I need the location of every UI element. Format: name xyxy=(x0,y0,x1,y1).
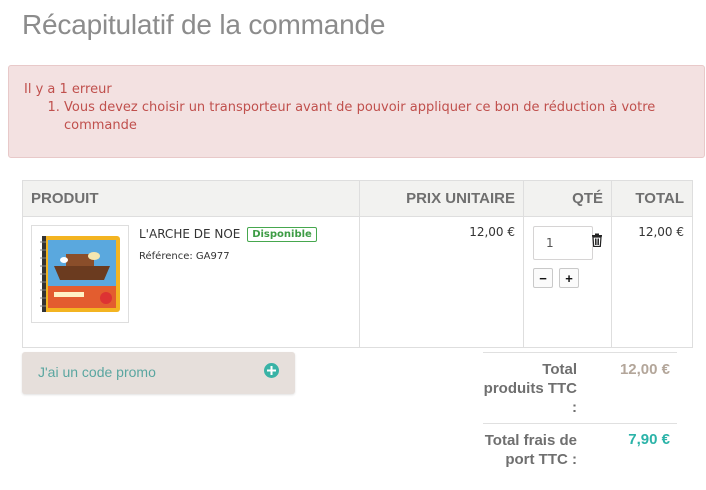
header-quantity: QTÉ xyxy=(523,180,612,217)
total-cell: 12,00 € xyxy=(611,216,693,348)
header-total: TOTAL xyxy=(611,180,693,217)
products-total-value: 12,00 € xyxy=(619,361,670,378)
promo-code-label: J'ai un code promo xyxy=(38,364,156,380)
quantity-decrease-button[interactable]: − xyxy=(533,268,553,288)
shipping-total-label: Total frais de port TTC : xyxy=(484,432,577,468)
quantity-cell: − + xyxy=(523,216,612,348)
availability-badge: Disponible xyxy=(247,227,317,242)
alert-heading: Il y a 1 erreur xyxy=(24,82,112,97)
cart-table: PRODUIT PRIX UNITAIRE QTÉ TOTAL L'ARCHE … xyxy=(22,180,693,348)
error-alert: Il y a 1 erreur Vous devez choisir un tr… xyxy=(8,65,705,158)
product-reference: Référence: GA977 xyxy=(139,251,230,262)
summary-divider xyxy=(483,352,677,353)
plus-icon: + xyxy=(565,270,573,286)
quantity-increase-button[interactable]: + xyxy=(559,268,579,288)
table-header-row: PRODUIT PRIX UNITAIRE QTÉ TOTAL xyxy=(22,180,693,217)
table-row: L'ARCHE DE NOE Disponible Référence: GA9… xyxy=(22,216,693,348)
page-title: Récapitulatif de la commande xyxy=(22,9,386,40)
product-image-link[interactable] xyxy=(31,225,129,323)
product-thumbnail-image xyxy=(32,226,128,322)
product-name-link[interactable]: L'ARCHE DE NOE xyxy=(139,227,240,241)
product-cell: L'ARCHE DE NOE Disponible Référence: GA9… xyxy=(22,216,360,348)
minus-icon: − xyxy=(539,270,547,286)
shipping-total-value: 7,90 € xyxy=(628,431,670,448)
promo-code-toggle[interactable]: J'ai un code promo xyxy=(22,352,295,394)
header-unit-price: PRIX UNITAIRE xyxy=(359,180,524,217)
plus-circle-icon xyxy=(264,363,279,378)
summary-divider xyxy=(483,423,677,424)
header-product: PRODUIT xyxy=(22,180,360,217)
trash-icon[interactable] xyxy=(591,233,603,247)
products-total-label: Total produits TTC : xyxy=(483,361,577,416)
error-list: Vous devez choisir un transporteur avant… xyxy=(24,99,688,135)
error-item: Vous devez choisir un transporteur avant… xyxy=(64,99,688,135)
quantity-input[interactable] xyxy=(533,226,593,260)
unit-price-cell: 12,00 € xyxy=(359,216,524,348)
